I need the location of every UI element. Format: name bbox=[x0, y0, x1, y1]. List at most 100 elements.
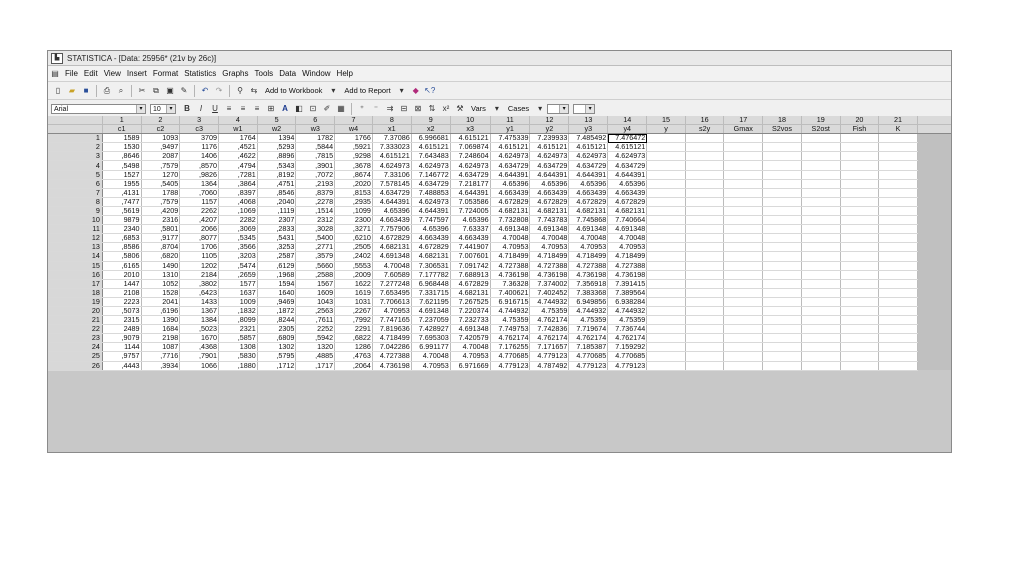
data-cell[interactable] bbox=[723, 251, 764, 262]
data-cell[interactable]: ,5073 bbox=[102, 306, 142, 317]
data-cell[interactable]: 4.644391 bbox=[568, 170, 609, 180]
data-cell[interactable]: 4.75359 bbox=[490, 315, 531, 326]
data-cell[interactable] bbox=[840, 170, 880, 180]
select-cases-dropdown[interactable]: ▾ bbox=[573, 103, 596, 114]
find-binoculars-icon[interactable]: ⚲ bbox=[235, 86, 245, 96]
data-cell[interactable]: 4.70953 bbox=[568, 242, 609, 253]
data-cell[interactable]: 4.70953 bbox=[529, 242, 570, 253]
data-cell[interactable]: 4.70953 bbox=[450, 351, 491, 362]
data-cell[interactable] bbox=[723, 242, 764, 253]
data-cell[interactable]: ,3864 bbox=[218, 179, 258, 189]
data-cell[interactable]: 4.736198 bbox=[529, 270, 570, 280]
data-cell[interactable] bbox=[723, 224, 764, 235]
data-cell[interactable] bbox=[685, 133, 725, 144]
data-cell[interactable] bbox=[762, 315, 802, 326]
data-cell[interactable]: 4.75359 bbox=[529, 306, 570, 317]
data-cell[interactable]: 2315 bbox=[102, 315, 142, 326]
data-cell[interactable]: ,8570 bbox=[179, 160, 219, 171]
data-cell[interactable]: 4.615121 bbox=[490, 142, 531, 153]
data-cell[interactable]: ,3678 bbox=[334, 160, 373, 171]
menu-file[interactable]: File bbox=[62, 69, 81, 78]
data-cell[interactable]: 7.475339 bbox=[490, 133, 531, 144]
data-cell[interactable]: 7.306531 bbox=[411, 261, 451, 271]
data-cell[interactable] bbox=[801, 188, 841, 198]
data-cell[interactable] bbox=[878, 351, 918, 362]
data-cell[interactable]: 4.779123 bbox=[568, 361, 609, 371]
data-cell[interactable]: 1447 bbox=[102, 279, 142, 289]
font-size-select[interactable]: 10 ▾ bbox=[150, 103, 176, 114]
data-cell[interactable]: ,2009 bbox=[334, 270, 373, 280]
bold-button[interactable]: B bbox=[182, 104, 192, 114]
merge-cells-icon[interactable]: ⊞ bbox=[266, 104, 276, 114]
grid-corner[interactable] bbox=[48, 116, 103, 126]
data-cell[interactable]: ,5795 bbox=[257, 351, 297, 362]
data-cell[interactable]: 4.727388 bbox=[529, 261, 570, 271]
data-cell[interactable] bbox=[646, 224, 686, 235]
menu-view[interactable]: View bbox=[101, 69, 124, 78]
column-header[interactable]: Fish bbox=[840, 124, 880, 135]
data-cell[interactable]: 4.736198 bbox=[372, 361, 412, 371]
column-header[interactable]: c1 bbox=[102, 124, 142, 135]
data-cell[interactable]: 4.70953 bbox=[372, 306, 412, 317]
data-cell[interactable] bbox=[878, 288, 918, 298]
data-cell[interactable] bbox=[878, 261, 918, 271]
fill-color-icon[interactable]: ◧ bbox=[294, 104, 304, 114]
data-cell[interactable]: 4.663439 bbox=[411, 233, 451, 244]
data-cell[interactable]: ,2193 bbox=[295, 179, 336, 189]
data-cell[interactable] bbox=[840, 261, 880, 271]
increase-decimal-icon[interactable]: ⁺ bbox=[357, 104, 367, 114]
data-cell[interactable] bbox=[646, 197, 686, 207]
data-cell[interactable]: 1622 bbox=[334, 279, 373, 289]
data-cell[interactable] bbox=[762, 333, 802, 344]
data-cell[interactable]: 2489 bbox=[102, 324, 142, 335]
data-cell[interactable]: 7.688913 bbox=[450, 270, 491, 280]
data-cell[interactable]: 7.277248 bbox=[372, 279, 412, 289]
data-cell[interactable] bbox=[840, 142, 880, 153]
data-cell[interactable] bbox=[801, 288, 841, 298]
data-cell[interactable]: 4.682131 bbox=[450, 288, 491, 298]
menu-help[interactable]: Help bbox=[334, 69, 356, 78]
data-cell[interactable]: 6.916715 bbox=[490, 297, 531, 307]
data-cell[interactable]: 4.70048 bbox=[450, 342, 491, 353]
data-cell[interactable] bbox=[762, 261, 802, 271]
data-cell[interactable]: 7.488853 bbox=[411, 188, 451, 198]
data-cell[interactable]: 7.232733 bbox=[450, 315, 491, 326]
data-cell[interactable] bbox=[646, 160, 686, 171]
data-cell[interactable] bbox=[685, 215, 725, 226]
data-cell[interactable]: 7.695303 bbox=[411, 333, 451, 344]
data-cell[interactable] bbox=[723, 342, 764, 353]
highlight-icon[interactable]: ✐ bbox=[322, 104, 332, 114]
data-cell[interactable]: 1052 bbox=[141, 279, 181, 289]
data-cell[interactable] bbox=[801, 215, 841, 226]
data-cell[interactable] bbox=[685, 351, 725, 362]
row-header[interactable]: 17 bbox=[48, 279, 103, 289]
column-number[interactable]: 12 bbox=[529, 116, 570, 126]
data-cell[interactable]: 4.718499 bbox=[607, 251, 648, 262]
data-cell[interactable] bbox=[762, 351, 802, 362]
data-cell[interactable]: ,3901 bbox=[295, 160, 336, 171]
data-cell[interactable]: 4.672829 bbox=[450, 279, 491, 289]
data-cell[interactable]: 7.185387 bbox=[568, 342, 609, 353]
chevron-down-icon[interactable]: ▾ bbox=[535, 104, 545, 114]
data-cell[interactable]: 4.727388 bbox=[490, 261, 531, 271]
data-cell[interactable]: 7.007601 bbox=[450, 251, 491, 262]
data-cell[interactable] bbox=[878, 215, 918, 226]
data-cell[interactable]: ,7072 bbox=[295, 170, 336, 180]
data-cell[interactable]: 4.691348 bbox=[450, 324, 491, 335]
data-cell[interactable] bbox=[646, 215, 686, 226]
data-cell[interactable]: 2305 bbox=[257, 324, 297, 335]
data-cell[interactable]: ,3566 bbox=[218, 242, 258, 253]
row-header[interactable]: 1 bbox=[48, 133, 103, 144]
data-cell[interactable]: ,2064 bbox=[334, 361, 373, 371]
data-cell[interactable]: 4.682131 bbox=[490, 206, 531, 217]
data-cell[interactable]: 7.420579 bbox=[450, 333, 491, 344]
data-cell[interactable]: 4.770685 bbox=[607, 351, 648, 362]
data-cell[interactable]: 4.779123 bbox=[490, 361, 531, 371]
data-cell[interactable] bbox=[878, 133, 918, 144]
data-cell[interactable] bbox=[801, 279, 841, 289]
data-cell[interactable] bbox=[685, 242, 725, 253]
data-cell[interactable] bbox=[685, 333, 725, 344]
data-cell[interactable]: 6.971669 bbox=[450, 361, 491, 371]
data-cell[interactable]: 7.428927 bbox=[411, 324, 451, 335]
data-cell[interactable] bbox=[723, 188, 764, 198]
